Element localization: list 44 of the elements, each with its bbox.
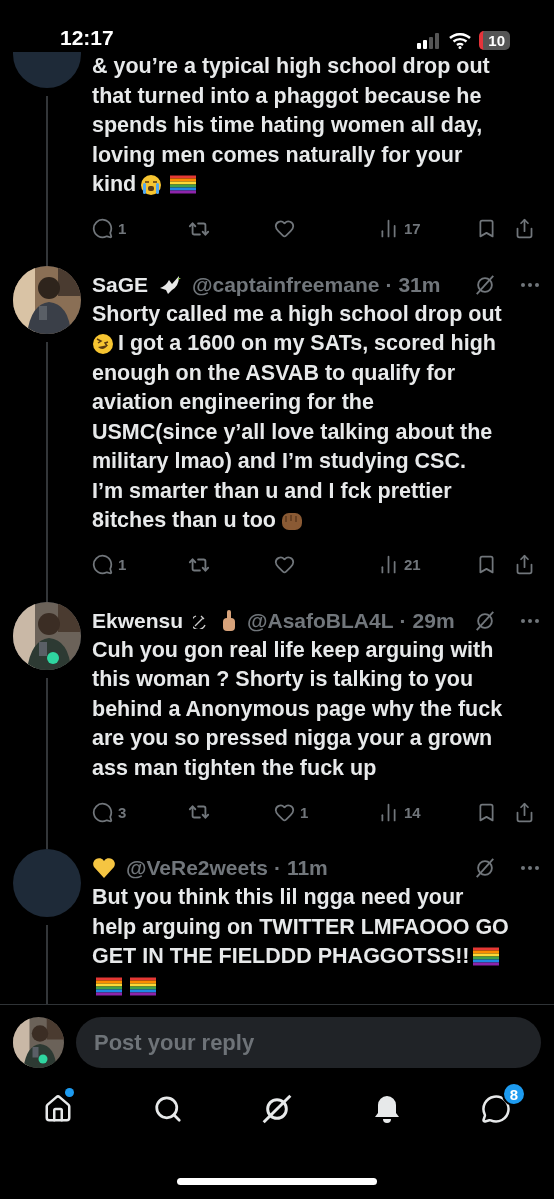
- user-handle[interactable]: @AsafoBLA4L: [247, 608, 394, 633]
- tweet-text: 8itches than u too: [92, 508, 276, 534]
- tweet-text: Shorty called me a high school drop out: [92, 301, 502, 327]
- user-handle[interactable]: @VeRe2weets: [126, 856, 268, 880]
- like-button[interactable]: 1: [274, 801, 309, 823]
- tweet-text: military lmao) and I’m studying CSC.: [92, 449, 466, 475]
- tweet-text: enough on the ASVAB to qualify for: [92, 360, 456, 386]
- user-name: SaGE: [92, 272, 149, 297]
- separator-dot: ·: [399, 608, 407, 633]
- separator-dot: ·: [385, 272, 393, 297]
- tweet-text: But you think this lil ngga need your: [92, 885, 464, 911]
- tweet-text: behind a Anonymous page why the fuck: [92, 696, 503, 722]
- tweet-text: ass man tighten the fuck up: [92, 755, 377, 781]
- post-time: 31m: [398, 272, 441, 297]
- tweet-text: USMC(since y’all love talking about the: [92, 419, 493, 445]
- reply-button[interactable]: 1: [92, 218, 127, 239]
- tweet-text: GET IN THE FIELDDD PHAGGOTSS!!: [92, 944, 470, 970]
- tweet-text: aviation engineering for the: [92, 390, 374, 416]
- post-time: 11m: [286, 856, 328, 880]
- post-time: 29m: [412, 608, 455, 633]
- status-time: 12:17: [60, 26, 114, 50]
- reply-button[interactable]: 3: [92, 801, 127, 823]
- tweet-text: help arguing on TWITTER LMFAOOO GO: [92, 914, 509, 940]
- user-handle[interactable]: @captainfreemane: [192, 272, 380, 297]
- tweet-text: are you so pressed nigga your a grown: [92, 726, 493, 752]
- views-button[interactable]: 17: [378, 218, 421, 239]
- message-count-badge: 8: [502, 1082, 526, 1106]
- tweet-text: loving men comes naturally for your: [92, 142, 463, 168]
- reply-field[interactable]: Post your reply: [76, 1017, 541, 1068]
- tweet-text: this woman ? Shorty is talking to you: [92, 667, 474, 693]
- views-button[interactable]: 21: [378, 554, 421, 575]
- tweet-text: & you’re a typical high school drop out: [92, 54, 490, 80]
- tweet-text: that turned into a phaggot because he: [92, 83, 482, 109]
- tweet-text: spends his time hating women all day,: [92, 113, 483, 139]
- nav-tab[interactable]: 8: [464, 1082, 528, 1136]
- user-name: Ekwensu: [92, 608, 184, 633]
- reply-button[interactable]: 1: [92, 554, 127, 575]
- tweet-text: Cuh you gon real life keep arguing with: [92, 637, 494, 663]
- tweet-text: I’m smarter than u and I fck prettier: [92, 478, 452, 504]
- separator-dot: ·: [273, 856, 281, 880]
- battery-level: 10: [479, 31, 510, 50]
- tweet-text: I got a 1600 on my SATs, scored high: [118, 331, 496, 357]
- tweet-text: kind: [92, 172, 137, 198]
- views-button[interactable]: 14: [378, 801, 421, 823]
